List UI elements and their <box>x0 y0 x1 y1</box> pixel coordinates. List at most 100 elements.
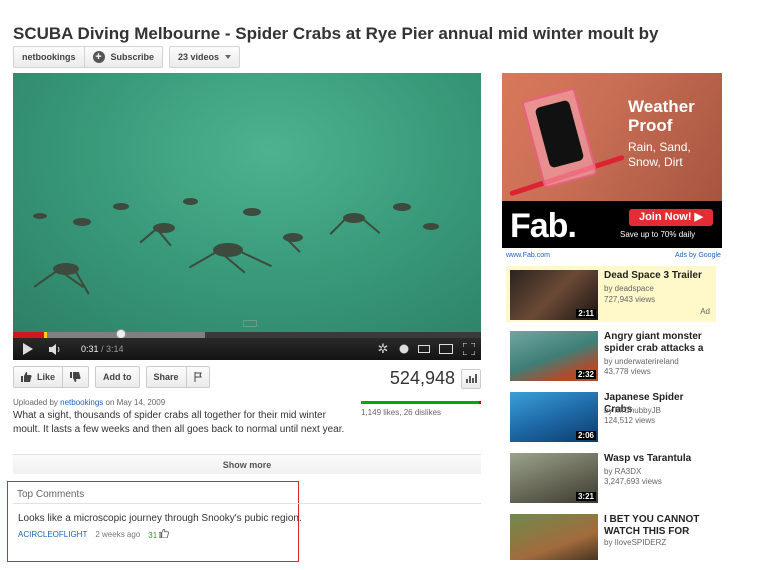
channel-group: netbookings + Subscribe <box>13 46 164 68</box>
video-description: What a sight, thousands of spider crabs … <box>13 410 345 435</box>
uploaded-prefix: Uploaded by <box>13 398 58 407</box>
ad-headline: Weather Proof <box>628 97 695 135</box>
duration-badge: 2:32 <box>575 370 596 379</box>
related-views: 3,247,693 views <box>604 477 662 486</box>
time-total: / 3:14 <box>101 344 124 354</box>
stats-button[interactable] <box>461 368 481 389</box>
divider <box>13 503 481 504</box>
play-button[interactable] <box>13 343 43 355</box>
video-player[interactable]: 0:31 / 3:14 ✲ <box>13 73 481 360</box>
related-video-item[interactable]: 3:21 Wasp vs Tarantula by RA3DX 3,247,69… <box>506 449 716 505</box>
gear-icon: ✲ <box>377 341 389 356</box>
video-thumbnail[interactable]: 3:21 <box>510 453 598 503</box>
comment-votes[interactable]: 31 <box>148 528 170 540</box>
ad-url[interactable]: www.Fab.com <box>506 252 550 259</box>
volume-button[interactable] <box>43 343 69 355</box>
ad-subline: Rain, Sand, Snow, Dirt <box>628 140 691 169</box>
ad-label: Ad <box>700 307 710 316</box>
flag-icon <box>194 372 202 382</box>
related-title[interactable]: I BET YOU CANNOT WATCH THIS FOR <box>604 514 714 538</box>
video-thumbnail[interactable]: 2:06 <box>510 392 598 442</box>
action-bar: Like Add to Share <box>13 366 210 388</box>
duration-badge: 2:11 <box>576 309 596 318</box>
uploader-link[interactable]: netbookings <box>60 398 103 407</box>
small-player-button[interactable] <box>413 345 435 353</box>
duration-badge: 2:06 <box>575 431 596 440</box>
add-to-button[interactable]: Add to <box>95 366 140 388</box>
related-video-item[interactable]: I BET YOU CANNOT WATCH THIS FOR by Ilove… <box>506 510 716 560</box>
thumbs-up-icon <box>159 528 170 539</box>
related-channel: by underwaterireland <box>604 357 679 366</box>
related-views: 124,512 views <box>604 416 656 425</box>
videos-dropdown-button[interactable]: 23 videos <box>169 46 241 68</box>
related-video-item[interactable]: 2:11 Dead Space 3 Trailer by deadspace 7… <box>506 266 716 322</box>
related-channel: by MrChubbyJB <box>604 406 661 415</box>
play-icon <box>23 343 33 355</box>
like-dislike-group: Like <box>13 366 90 388</box>
ad-save-text: Save up to 70% daily <box>620 230 696 239</box>
videos-label: 23 videos <box>178 52 220 62</box>
thumbs-down-icon <box>70 372 81 382</box>
caret-down-icon <box>225 55 232 59</box>
large-player-button[interactable] <box>435 344 457 354</box>
annotations-button[interactable] <box>395 344 413 354</box>
view-count: 524,948 <box>389 368 455 388</box>
upload-date: on May 14, 2009 <box>105 398 166 407</box>
channel-name-button[interactable]: netbookings <box>13 46 85 68</box>
like-ratio-bar <box>361 401 481 404</box>
channel-row: netbookings + Subscribe 23 videos <box>13 46 241 68</box>
comment-vote-count: 31 <box>148 531 158 540</box>
like-label: Like <box>37 372 56 382</box>
comment-age: 2 weeks ago <box>95 530 141 539</box>
subscribe-button[interactable]: + Subscribe <box>84 46 164 68</box>
related-views: 43,778 views <box>604 367 651 376</box>
fullscreen-button[interactable] <box>457 343 481 355</box>
video-thumbnail[interactable] <box>510 514 598 560</box>
likes-dislikes-text: 1,149 likes, 26 dislikes <box>361 408 442 417</box>
related-title[interactable]: Wasp vs Tarantula <box>604 453 714 465</box>
watermark-icon <box>243 320 257 327</box>
video-thumbnail[interactable]: 2:32 <box>510 331 598 381</box>
show-more-button[interactable]: Show more <box>13 454 481 474</box>
related-video-item[interactable]: 2:06 Japanese Spider Crabs by MrChubbyJB… <box>506 388 716 444</box>
ad-brand: Fab. <box>510 207 577 245</box>
related-title[interactable]: Dead Space 3 Trailer <box>604 270 714 282</box>
related-views: 727,943 views <box>604 295 656 304</box>
view-count-area: 524,948 <box>390 368 481 389</box>
player-controls: 0:31 / 3:14 ✲ <box>13 338 481 360</box>
ads-by-google[interactable]: Ads by Google <box>675 252 721 259</box>
dislike-button[interactable] <box>63 366 90 388</box>
video-thumbnail[interactable]: 2:11 <box>510 270 598 320</box>
time-display: 0:31 / 3:14 <box>81 344 124 354</box>
large-player-icon <box>439 344 453 354</box>
like-button[interactable]: Like <box>13 366 64 388</box>
settings-button[interactable]: ✲ <box>371 341 395 357</box>
related-channel: by RA3DX <box>604 467 642 476</box>
flag-button[interactable] <box>186 366 210 388</box>
related-title[interactable]: Angry giant monster spider crab attacks … <box>604 331 714 355</box>
subscribe-label: Subscribe <box>110 52 155 62</box>
volume-icon <box>49 343 60 355</box>
related-channel: by deadspace <box>604 284 654 293</box>
thumbs-up-icon <box>21 372 32 382</box>
ad-join-button[interactable]: Join Now! ▶ <box>629 209 713 226</box>
comment-author[interactable]: ACIRCLEOFLIGHT <box>18 530 87 539</box>
plus-icon: + <box>92 51 105 63</box>
comments-heading: Top Comments <box>17 489 85 500</box>
video-title: SCUBA Diving Melbourne - Spider Crabs at… <box>13 24 659 43</box>
small-player-icon <box>418 345 430 353</box>
upload-info: Uploaded by netbookings on May 14, 2009 <box>13 398 165 407</box>
comment-meta: ACIRCLEOFLIGHT 2 weeks ago 31 <box>18 528 170 540</box>
share-group: Share <box>145 366 210 388</box>
related-video-item[interactable]: 2:32 Angry giant monster spider crab att… <box>506 327 716 383</box>
ad-image <box>502 73 722 201</box>
time-current: 0:31 <box>81 344 99 354</box>
like-ratio-fill <box>361 401 479 404</box>
duration-badge: 3:21 <box>575 492 596 501</box>
fullscreen-icon <box>463 343 475 355</box>
video-frame[interactable] <box>13 73 481 332</box>
ad-banner[interactable]: Weather Proof Rain, Sand, Snow, Dirt Fab… <box>502 73 722 248</box>
comment-text: Looks like a microscopic journey through… <box>18 513 302 524</box>
related-channel: by IloveSPIDERZ <box>604 538 667 547</box>
share-button[interactable]: Share <box>145 366 187 388</box>
